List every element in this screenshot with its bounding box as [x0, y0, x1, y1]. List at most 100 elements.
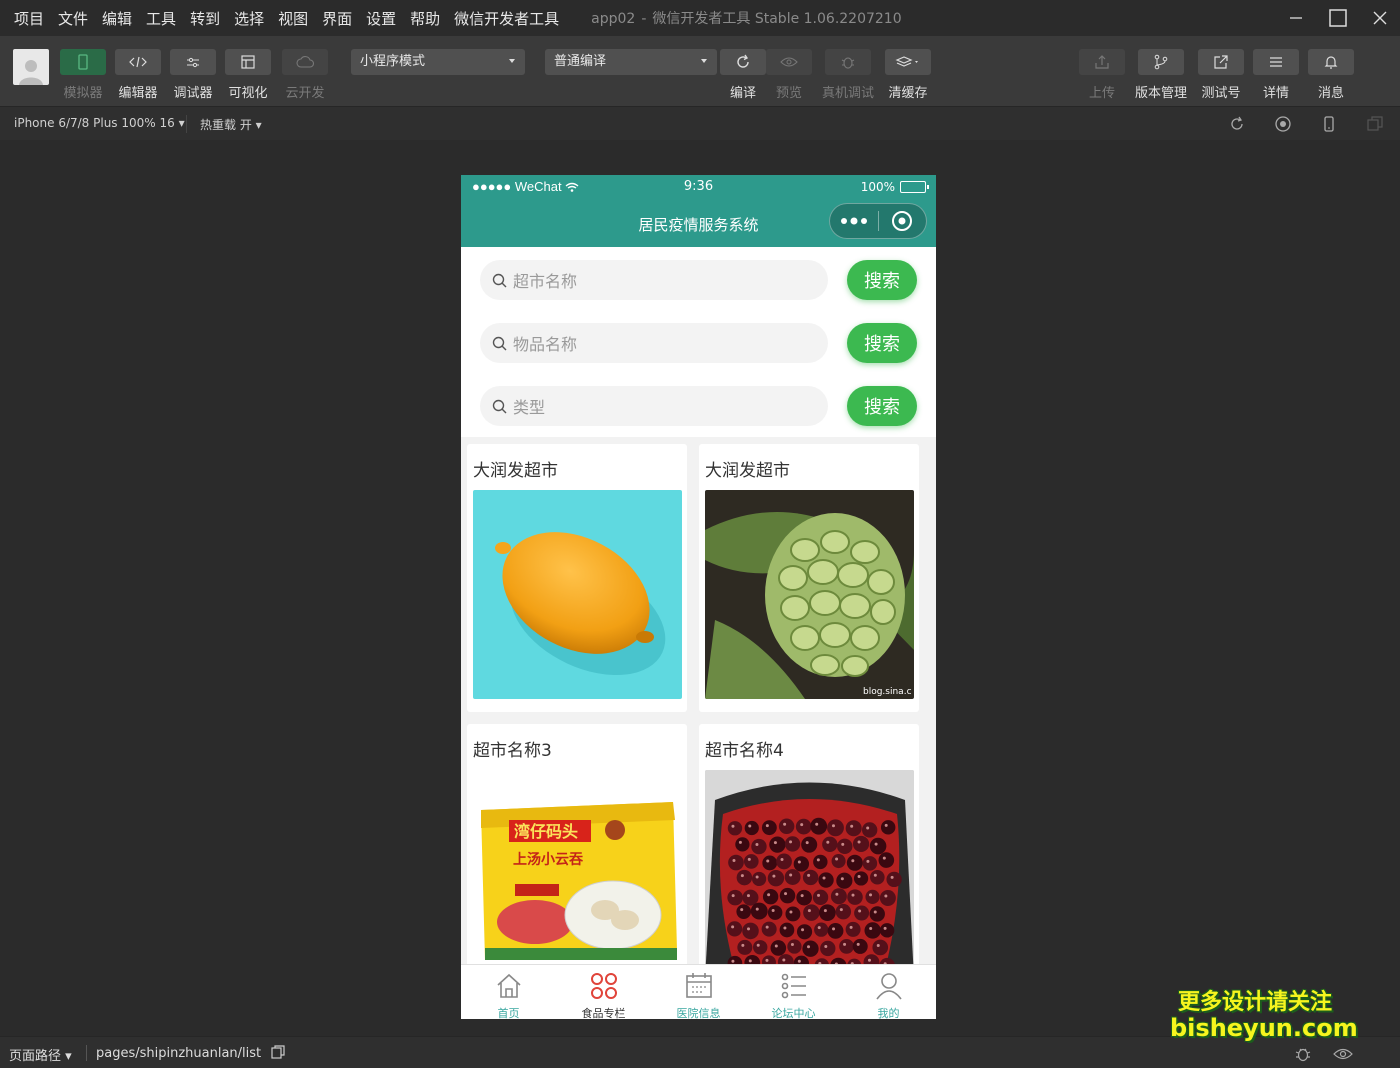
messages-label: 消息: [1317, 86, 1344, 101]
type-search-button[interactable]: 搜索: [847, 386, 917, 426]
visual-tool[interactable]: 可视化: [225, 49, 271, 101]
menu-help[interactable]: 帮助: [410, 8, 440, 29]
cherry: [742, 889, 759, 906]
phone-nav-bar: 居民疫情服务系统: [461, 199, 936, 247]
user-avatar[interactable]: [13, 49, 49, 85]
cherry: [853, 871, 869, 886]
item-search-button[interactable]: 搜索: [847, 323, 917, 363]
tab-food[interactable]: 食品专栏: [556, 965, 651, 1019]
clear-cache-tool[interactable]: 清缓存: [885, 49, 931, 101]
cherry-highlight: [790, 943, 794, 947]
preview-tool[interactable]: 预览: [766, 49, 812, 101]
editor-button[interactable]: [115, 49, 161, 75]
version-button[interactable]: [1138, 49, 1184, 75]
battery-icon: [900, 181, 929, 193]
cherry: [810, 817, 828, 835]
more-button[interactable]: [830, 203, 878, 239]
bug-icon[interactable]: [1294, 1045, 1312, 1063]
user-avatar-icon: [19, 60, 43, 85]
close-window-button[interactable]: [1360, 0, 1400, 36]
editor-tool[interactable]: 编辑器: [115, 49, 161, 101]
tab-mine[interactable]: 我的: [841, 965, 936, 1019]
messages-tool[interactable]: 消息: [1308, 49, 1354, 101]
real-debug-tool[interactable]: 真机调试: [822, 49, 874, 101]
compile-button[interactable]: [720, 49, 766, 75]
page-path-select[interactable]: 页面路径 ▾: [9, 1045, 72, 1064]
tab-home[interactable]: 首页: [461, 965, 556, 1019]
tab-hospital[interactable]: 医院信息: [651, 965, 746, 1019]
cherry: [862, 822, 878, 838]
menu-view[interactable]: 视图: [278, 8, 308, 29]
code-icon: [129, 56, 147, 68]
type-search-input[interactable]: 类型: [480, 386, 828, 426]
menu-settings[interactable]: 设置: [366, 8, 396, 29]
device-frame-icon[interactable]: [1320, 115, 1338, 133]
item-search-input[interactable]: 物品名称: [480, 323, 828, 363]
menu-tools[interactable]: 工具: [146, 8, 176, 29]
cloud-label: 云开发: [285, 86, 325, 101]
compile-select[interactable]: 普通编译: [545, 49, 717, 75]
menu-devtools[interactable]: 微信开发者工具: [454, 8, 559, 29]
clear-cache-button[interactable]: [885, 49, 931, 75]
minimize-button[interactable]: [1276, 0, 1316, 36]
menu-file[interactable]: 文件: [58, 8, 88, 29]
mode-select[interactable]: 小程序模式: [351, 49, 525, 75]
cherry-highlight: [772, 874, 776, 878]
maximize-button[interactable]: [1318, 0, 1358, 36]
preview-button[interactable]: [766, 49, 812, 75]
upload-label: 上传: [1088, 86, 1115, 101]
menu-project[interactable]: 项目: [14, 8, 44, 29]
hot-reload-toggle[interactable]: 热重载 开 ▾: [200, 116, 262, 133]
supermarket-card-1[interactable]: 大润发超市: [467, 444, 687, 712]
real-debug-button[interactable]: [825, 49, 871, 75]
cherry: [727, 889, 743, 906]
cherry-highlight: [866, 859, 870, 863]
visual-button[interactable]: [225, 49, 271, 75]
cloud-button[interactable]: [282, 49, 328, 75]
menu-interface[interactable]: 界面: [322, 8, 352, 29]
rotate-icon[interactable]: [1228, 115, 1246, 133]
cherry: [813, 854, 828, 870]
debugger-tool[interactable]: 调试器: [170, 49, 216, 101]
supermarket-card-2[interactable]: 大润发超市 blog.sina.c: [699, 444, 919, 712]
simulator-button[interactable]: [60, 49, 106, 75]
details-button[interactable]: [1253, 49, 1299, 75]
cloud-tool[interactable]: 云开发: [282, 49, 328, 101]
debugger-button[interactable]: [170, 49, 216, 75]
copy-icon[interactable]: [271, 1045, 285, 1059]
menu-select[interactable]: 选择: [234, 8, 264, 29]
simulator-tool[interactable]: 模拟器: [60, 49, 106, 101]
test-account-button[interactable]: [1198, 49, 1244, 75]
cherry: [787, 939, 802, 954]
supermarket-card-4[interactable]: 超市名称4: [699, 724, 919, 974]
supermarket-search-input[interactable]: 超市名称: [480, 260, 828, 300]
eye-icon[interactable]: [1333, 1047, 1353, 1061]
menu-edit[interactable]: 编辑: [102, 8, 132, 29]
upload-button[interactable]: [1079, 49, 1125, 75]
cherry: [767, 905, 783, 920]
version-label: 版本管理: [1134, 86, 1187, 101]
version-tool[interactable]: 版本管理: [1135, 49, 1187, 101]
device-select[interactable]: iPhone 6/7/8 Plus 100% 16 ▾: [14, 116, 185, 130]
cherry: [761, 820, 777, 836]
cherry-highlight: [867, 958, 871, 962]
record-icon[interactable]: [1274, 115, 1292, 133]
tab-mine-label: 我的: [877, 1007, 900, 1019]
cherry: [727, 921, 743, 937]
detach-window-icon[interactable]: [1366, 115, 1384, 133]
test-account-tool[interactable]: 测试号: [1198, 49, 1244, 101]
supermarket-search-button[interactable]: 搜索: [847, 260, 917, 300]
upload-tool[interactable]: 上传: [1079, 49, 1125, 101]
cherry: [761, 921, 777, 937]
menu-goto[interactable]: 转到: [190, 8, 220, 29]
cherry-highlight: [832, 927, 836, 931]
supermarket-card-3[interactable]: 超市名称3 湾仔码头 上汤小云吞: [467, 724, 687, 974]
card-title: 超市名称4: [705, 741, 784, 761]
details-tool[interactable]: 详情: [1253, 49, 1299, 101]
maximize-icon: [1329, 9, 1347, 27]
cherry-highlight: [817, 893, 821, 897]
close-miniprogram-button[interactable]: [878, 203, 926, 239]
messages-button[interactable]: [1308, 49, 1354, 75]
cherry-highlight: [874, 842, 878, 846]
tab-forum[interactable]: 论坛中心: [746, 965, 841, 1019]
